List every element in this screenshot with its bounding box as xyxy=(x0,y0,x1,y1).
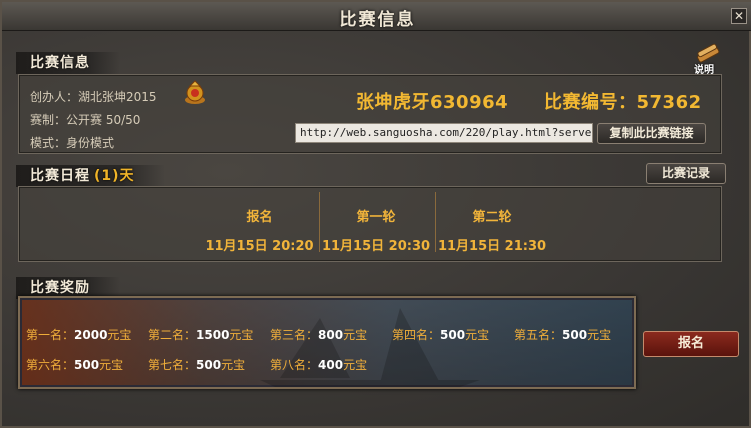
schedule-label-text: 比赛日程 xyxy=(30,168,90,184)
match-url-field[interactable]: http://web.sanguosha.com/220/play.html?s… xyxy=(295,123,593,143)
copy-link-button[interactable]: 复制此比赛链接 xyxy=(597,123,706,144)
reward-rank-2: 第二名：1500元宝 xyxy=(148,326,253,343)
reward-rank-3: 第三名：800元宝 xyxy=(270,326,367,343)
reward-rank-4: 第四名：500元宝 xyxy=(392,326,489,343)
stage-time: 11月15日 21:30 xyxy=(437,239,547,254)
stage-time: 11月15日 20:30 xyxy=(321,239,431,254)
reward-rank: 第六名： xyxy=(26,358,75,372)
reward-amount: 400 xyxy=(318,358,344,372)
match-records-button[interactable]: 比赛记录 xyxy=(646,163,726,184)
mode-text: 模式：身份模式 xyxy=(30,136,115,150)
reward-rank: 第八名： xyxy=(270,358,319,372)
reward-unit: 元宝 xyxy=(587,328,612,342)
stage-name: 第二轮 xyxy=(472,210,512,225)
reward-rank: 第五名： xyxy=(514,328,563,342)
schedule-stage-signup: 报名 11月15日 20:20 xyxy=(202,206,317,254)
reward-amount: 500 xyxy=(562,328,588,342)
info-section-label: 比赛信息 xyxy=(16,52,120,74)
schedule-days: (1)天 xyxy=(94,168,135,184)
reward-rank-7: 第七名：500元宝 xyxy=(148,356,245,373)
reward-unit: 元宝 xyxy=(99,358,124,372)
format-text: 赛制：公开赛 50/50 xyxy=(30,113,141,127)
schedule-stage-round1: 第一轮 11月15日 20:30 xyxy=(320,206,432,254)
reward-rank: 第三名： xyxy=(270,328,319,342)
reward-amount: 800 xyxy=(318,328,344,342)
match-name: 张坤虎牙630964 xyxy=(356,92,509,113)
stage-name: 第一轮 xyxy=(356,210,396,225)
reward-amount: 500 xyxy=(74,358,100,372)
reward-rank: 第一名： xyxy=(26,328,75,342)
reward-rank: 第七名： xyxy=(148,358,197,372)
stage-name: 报名 xyxy=(246,210,273,225)
organizer-text: 创办人：湖北张坤2015 xyxy=(30,90,157,104)
reward-rank-5: 第五名：500元宝 xyxy=(514,326,611,343)
window-title: 比赛信息 xyxy=(339,10,416,30)
reward-amount: 2000 xyxy=(74,328,108,342)
reward-unit: 元宝 xyxy=(221,358,246,372)
reward-unit: 元宝 xyxy=(465,328,490,342)
match-number: 比赛编号：57362 xyxy=(544,92,702,113)
reward-rank-6: 第六名：500元宝 xyxy=(26,356,123,373)
signup-button[interactable]: 报名 xyxy=(643,331,739,357)
reward-rank-8: 第八名：400元宝 xyxy=(270,356,367,373)
reward-amount: 1500 xyxy=(196,328,230,342)
title-bar: 比赛信息 ✕ xyxy=(2,2,751,31)
schedule-section-label: 比赛日程 (1)天 xyxy=(16,165,165,187)
reward-amount: 500 xyxy=(440,328,466,342)
reward-rank: 第四名： xyxy=(392,328,441,342)
reward-unit: 元宝 xyxy=(229,328,254,342)
match-info-window: 比赛信息 ✕ 比赛信息 说明 创办人：湖北张坤2015 赛制：公开赛 50/50… xyxy=(0,0,751,428)
trophy-icon xyxy=(182,80,208,106)
stage-time: 11月15日 20:20 xyxy=(205,239,314,254)
reward-unit: 元宝 xyxy=(343,358,368,372)
schedule-stage-round2: 第二轮 11月15日 21:30 xyxy=(436,206,548,254)
reward-rank-1: 第一名：2000元宝 xyxy=(26,326,131,343)
reward-unit: 元宝 xyxy=(343,328,368,342)
close-button[interactable]: ✕ xyxy=(731,8,747,24)
reward-rank: 第二名： xyxy=(148,328,197,342)
reward-unit: 元宝 xyxy=(107,328,132,342)
reward-amount: 500 xyxy=(196,358,222,372)
